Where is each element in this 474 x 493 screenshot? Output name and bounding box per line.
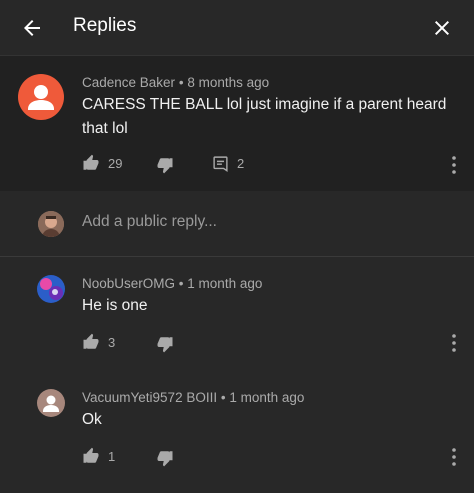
user-photo-icon — [38, 211, 64, 237]
more-vertical-icon — [452, 156, 456, 174]
comment-time: 1 month ago — [229, 390, 305, 405]
more-options-button[interactable] — [446, 155, 462, 175]
like-count: 3 — [108, 334, 116, 350]
avatar[interactable] — [37, 389, 65, 417]
top-comment: Cadence Baker • 8 months ago CARESS THE … — [0, 56, 474, 191]
arrow-left-icon — [24, 20, 40, 36]
reply-count: 2 — [237, 156, 245, 171]
reply-count-button[interactable]: 2 — [212, 155, 244, 172]
more-vertical-icon — [452, 448, 456, 466]
thumbs-down-icon — [157, 337, 173, 353]
default-user-icon — [28, 85, 54, 110]
close-button[interactable] — [430, 16, 454, 40]
meta-separator: • — [220, 390, 226, 405]
thumbs-up-icon — [83, 447, 99, 463]
meta-separator: • — [178, 276, 184, 291]
more-options-button[interactable] — [446, 333, 462, 353]
thumbs-down-icon — [157, 158, 173, 174]
dislike-button[interactable] — [156, 449, 174, 467]
reply-input[interactable]: Add a public reply... — [82, 213, 217, 231]
author-name[interactable]: VacuumYeti9572 BOIII — [82, 390, 217, 405]
like-button[interactable]: 29 — [82, 154, 122, 172]
comment-text: Ok — [82, 411, 102, 428]
comment-text: He is one — [82, 297, 148, 314]
like-button[interactable]: 3 — [82, 333, 115, 351]
thumbs-down-icon — [157, 451, 173, 467]
avatar[interactable] — [18, 74, 64, 120]
comment-text: CARESS THE BALL lol just imagine if a pa… — [82, 96, 447, 137]
divider — [0, 256, 474, 257]
dislike-button[interactable] — [156, 156, 174, 174]
comment-time: 1 month ago — [187, 276, 263, 291]
comment-meta: NoobUserOMG • 1 month ago — [82, 276, 262, 291]
like-count: 1 — [108, 448, 116, 464]
like-count: 29 — [108, 155, 123, 171]
comment-time: 8 months ago — [187, 75, 270, 90]
comment-icon — [213, 156, 228, 172]
thumbs-up-icon — [83, 154, 99, 170]
default-user-icon — [43, 395, 59, 412]
user-photo-icon — [37, 275, 65, 303]
avatar[interactable] — [37, 275, 65, 303]
more-options-button[interactable] — [446, 447, 462, 467]
meta-separator: • — [178, 75, 184, 90]
page-title: Replies — [73, 15, 137, 36]
replies-header: Replies — [0, 0, 474, 56]
author-name[interactable]: NoobUserOMG — [82, 276, 175, 291]
back-button[interactable] — [20, 16, 44, 40]
more-vertical-icon — [452, 334, 456, 352]
reply-composer[interactable]: Add a public reply... — [0, 193, 474, 255]
close-icon — [435, 21, 449, 35]
comment-meta: Cadence Baker • 8 months ago — [82, 75, 269, 90]
avatar — [38, 211, 64, 237]
thumbs-up-icon — [83, 333, 99, 349]
dislike-button[interactable] — [156, 335, 174, 353]
comment-meta: VacuumYeti9572 BOIII • 1 month ago — [82, 390, 304, 405]
like-button[interactable]: 1 — [82, 447, 115, 465]
author-name[interactable]: Cadence Baker — [82, 75, 175, 90]
